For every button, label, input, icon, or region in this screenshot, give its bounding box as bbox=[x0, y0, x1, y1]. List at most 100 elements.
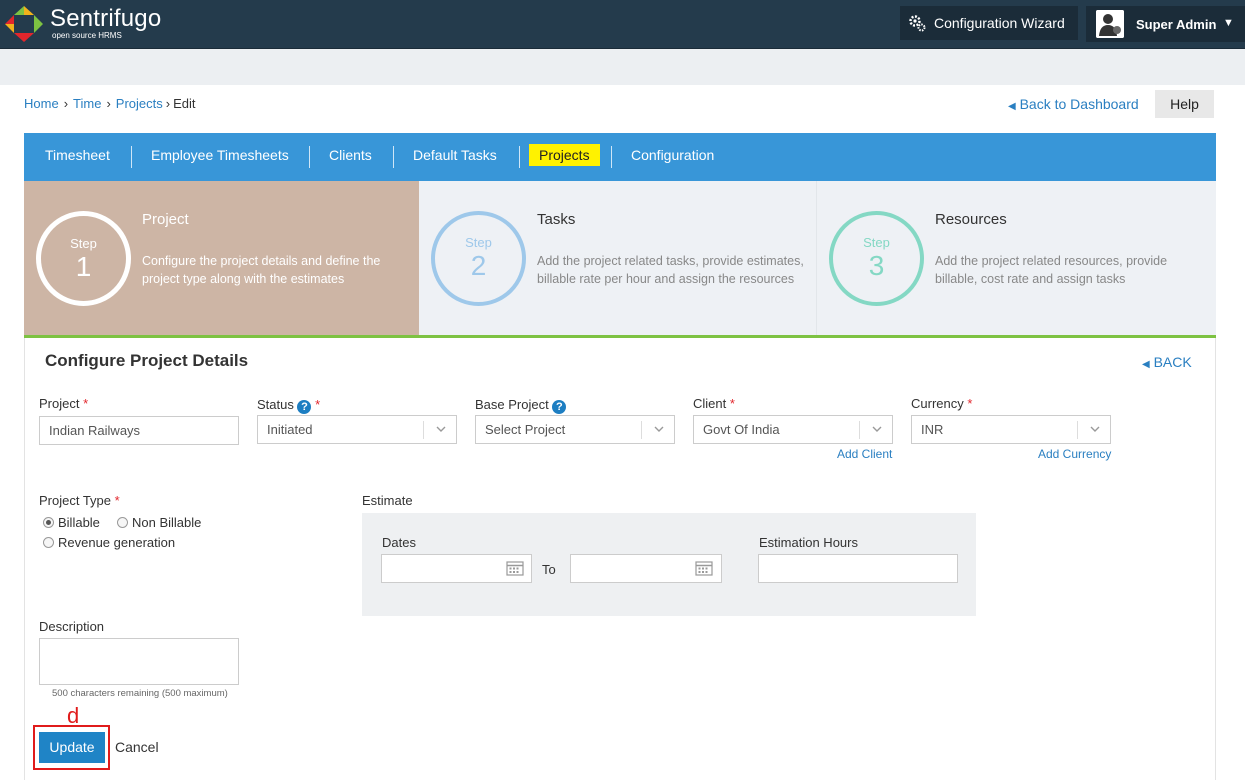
tab-timesheet[interactable]: Timesheet bbox=[45, 147, 110, 163]
step-description: Add the project related resources, provi… bbox=[935, 254, 1168, 286]
breadcrumb-projects[interactable]: Projects bbox=[116, 96, 163, 111]
step-number: 1 bbox=[75, 251, 92, 282]
tab-employee-timesheets[interactable]: Employee Timesheets bbox=[151, 147, 289, 163]
estimation-hours-input[interactable] bbox=[758, 554, 958, 583]
step-title: Project bbox=[142, 211, 189, 228]
breadcrumb: Home › Time › Projects › Edit bbox=[24, 96, 196, 111]
currency-select[interactable]: INR bbox=[911, 415, 1111, 444]
radio-billable[interactable]: Billable bbox=[43, 515, 100, 530]
description-textarea[interactable] bbox=[39, 638, 239, 685]
breadcrumb-home[interactable]: Home bbox=[24, 96, 59, 111]
radio-button[interactable] bbox=[117, 517, 128, 528]
help-question-icon[interactable]: ? bbox=[297, 400, 312, 414]
step-circle: Step 2 bbox=[431, 211, 526, 306]
currency-label-text: Currency bbox=[911, 396, 964, 411]
step-number: 3 bbox=[868, 250, 885, 281]
cancel-button[interactable]: Cancel bbox=[115, 739, 159, 755]
back-to-dashboard-link[interactable]: ◀ Back to Dashboard bbox=[1008, 96, 1139, 112]
tab-projects[interactable]: Projects bbox=[529, 144, 600, 166]
breadcrumb-separator: › bbox=[63, 96, 69, 111]
card-border bbox=[24, 338, 25, 780]
base-project-label: Base Project ? bbox=[475, 397, 567, 414]
step-label: Step bbox=[863, 235, 890, 250]
estimate-label: Estimate bbox=[362, 493, 413, 508]
breadcrumb-current: Edit bbox=[173, 96, 196, 111]
tab-divider bbox=[393, 146, 394, 168]
gears-icon bbox=[909, 15, 926, 32]
step-circle: Step 3 bbox=[829, 211, 924, 306]
caret-down-icon: ▼ bbox=[1223, 17, 1234, 29]
project-label: Project * bbox=[39, 396, 88, 411]
step-label: Step bbox=[70, 236, 97, 251]
client-select[interactable]: Govt Of India bbox=[693, 415, 893, 444]
tab-divider bbox=[611, 146, 612, 168]
status-select[interactable]: Initiated bbox=[257, 415, 457, 444]
step-title: Tasks bbox=[537, 211, 576, 228]
base-project-select[interactable]: Select Project bbox=[475, 415, 675, 444]
add-client-link[interactable]: Add Client bbox=[837, 447, 892, 461]
tab-default-tasks[interactable]: Default Tasks bbox=[413, 147, 497, 163]
calendar-icon[interactable] bbox=[506, 560, 524, 576]
select-divider bbox=[1077, 421, 1078, 439]
step-project[interactable]: Step 1 Project Configure the project det… bbox=[24, 181, 419, 336]
step-tasks[interactable]: Step 2 Tasks Add the project related tas… bbox=[419, 181, 817, 336]
base-project-select-value: Select Project bbox=[485, 422, 566, 437]
radio-button[interactable] bbox=[43, 537, 54, 548]
steps-divider bbox=[24, 335, 1216, 338]
required-mark: * bbox=[315, 397, 321, 412]
chevron-down-icon bbox=[872, 426, 882, 432]
estimation-hours-label: Estimation Hours bbox=[759, 535, 858, 550]
chevron-down-icon bbox=[1090, 426, 1100, 432]
step-circle: Step 1 bbox=[36, 211, 131, 306]
radio-label: Billable bbox=[58, 515, 100, 530]
user-avatar-icon bbox=[1096, 10, 1124, 38]
select-divider bbox=[641, 421, 642, 439]
step-resources[interactable]: Step 3 Resources Add the project related… bbox=[817, 181, 1216, 336]
header-spacer bbox=[0, 49, 1245, 85]
tab-divider bbox=[519, 146, 520, 168]
update-button[interactable]: Update bbox=[39, 732, 105, 763]
user-name: Super Admin bbox=[1136, 17, 1217, 32]
client-label-text: Client bbox=[693, 396, 727, 411]
radio-button-checked[interactable] bbox=[43, 517, 54, 528]
required-mark: * bbox=[83, 396, 89, 411]
project-label-text: Project bbox=[39, 396, 80, 411]
back-link[interactable]: ◀ BACK bbox=[1142, 354, 1192, 370]
sentrifugo-logo-icon[interactable] bbox=[4, 5, 44, 43]
project-wizard-steps: Step 1 Project Configure the project det… bbox=[24, 181, 1216, 336]
step-description: Add the project related tasks, provide e… bbox=[537, 254, 804, 286]
dates-label: Dates bbox=[382, 535, 416, 550]
calendar-icon[interactable] bbox=[695, 560, 713, 576]
add-currency-link[interactable]: Add Currency bbox=[1038, 447, 1111, 461]
status-label-text: Status bbox=[257, 397, 294, 412]
configuration-wizard-button[interactable]: Configuration Wizard bbox=[900, 6, 1078, 40]
project-name-input[interactable]: Indian Railways bbox=[39, 416, 239, 445]
radio-revenue-generation[interactable]: Revenue generation bbox=[43, 535, 175, 550]
description-label: Description bbox=[39, 619, 105, 634]
client-select-value: Govt Of India bbox=[703, 422, 780, 437]
module-tab-bar: Timesheet Employee Timesheets Clients De… bbox=[24, 133, 1216, 181]
back-label: BACK bbox=[1153, 354, 1192, 370]
caret-left-icon: ◀ bbox=[1008, 101, 1016, 112]
tab-configuration[interactable]: Configuration bbox=[631, 147, 714, 163]
tab-divider bbox=[131, 146, 132, 168]
help-button[interactable]: Help bbox=[1155, 90, 1214, 118]
breadcrumb-time[interactable]: Time bbox=[73, 96, 101, 111]
radio-label: Non Billable bbox=[132, 515, 202, 530]
help-question-icon[interactable]: ? bbox=[552, 400, 567, 414]
chevron-down-icon bbox=[436, 426, 446, 432]
to-label: To bbox=[542, 562, 556, 577]
required-mark: * bbox=[729, 396, 735, 411]
caret-left-icon: ◀ bbox=[1142, 359, 1150, 370]
user-menu[interactable]: Super Admin ▼ bbox=[1086, 6, 1245, 42]
radio-label: Revenue generation bbox=[58, 535, 176, 550]
status-label: Status ? * bbox=[257, 397, 320, 414]
radio-non-billable[interactable]: Non Billable bbox=[117, 515, 201, 530]
tab-clients[interactable]: Clients bbox=[329, 147, 372, 163]
character-count: 500 characters remaining (500 maximum) bbox=[52, 688, 228, 699]
back-to-dashboard-label: Back to Dashboard bbox=[1019, 96, 1139, 112]
currency-select-value: INR bbox=[921, 422, 944, 437]
select-divider bbox=[423, 421, 424, 439]
top-header: Sentrifugo open source HRMS Configuratio… bbox=[0, 0, 1245, 49]
project-type-label-text: Project Type bbox=[39, 493, 112, 508]
